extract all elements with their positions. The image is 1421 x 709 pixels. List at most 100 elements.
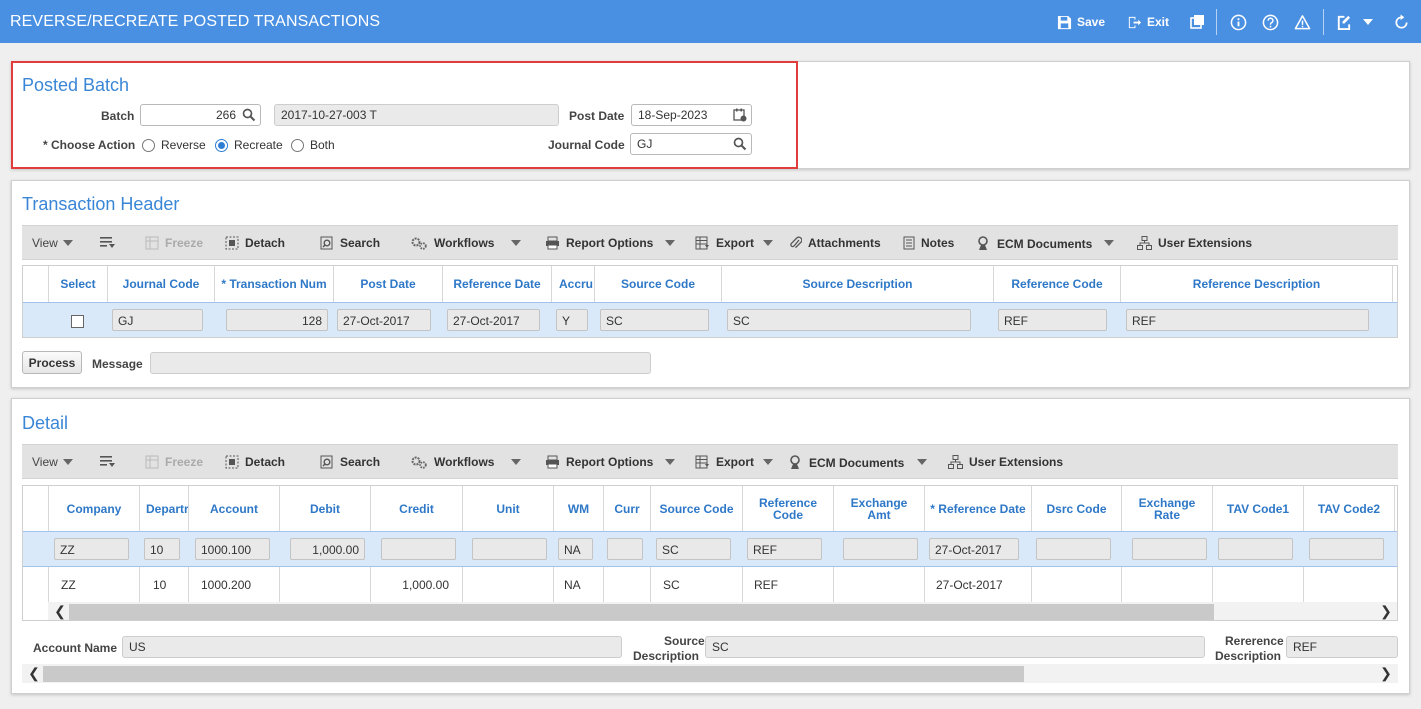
column-header[interactable]: Source Description: [722, 266, 994, 302]
chevron-down-icon[interactable]: [1358, 12, 1378, 32]
reference-code-cell[interactable]: REF: [998, 309, 1107, 331]
filter-icon[interactable]: [100, 236, 116, 250]
view-menu[interactable]: View: [32, 236, 58, 250]
attachments-button[interactable]: Attachments: [790, 236, 881, 250]
help-icon[interactable]: [1260, 12, 1280, 32]
search-icon[interactable]: [242, 108, 256, 122]
user-extensions-button[interactable]: User Extensions: [948, 455, 1063, 469]
export-button[interactable]: Export: [695, 455, 754, 469]
source-code-cell[interactable]: SC: [600, 309, 709, 331]
journal-code-cell[interactable]: GJ: [112, 309, 203, 331]
exchange-rate-cell[interactable]: [1132, 538, 1207, 560]
reference-date-cell[interactable]: 27-Oct-2017: [929, 538, 1019, 560]
scroll-right-icon[interactable]: ❯: [1377, 602, 1395, 620]
column-header[interactable]: Exchange Rate: [1122, 486, 1213, 531]
ecm-documents-button[interactable]: ECM Documents: [976, 236, 1092, 251]
column-header[interactable]: * Transaction Num: [215, 266, 334, 302]
scroll-right-icon[interactable]: ❯: [1377, 664, 1395, 683]
exchange-amt-cell[interactable]: [843, 538, 918, 560]
source-description-cell[interactable]: SC: [727, 309, 971, 331]
detail-panel-scrollbar[interactable]: ❮ ❯: [22, 664, 1398, 683]
chevron-down-icon[interactable]: [917, 459, 927, 465]
scroll-left-icon[interactable]: ❮: [51, 602, 69, 620]
column-header[interactable]: WM: [554, 486, 604, 531]
detach-button[interactable]: Detach: [225, 236, 285, 250]
search-icon[interactable]: [733, 137, 747, 151]
edit-icon[interactable]: [1333, 12, 1353, 32]
tav-code1-cell[interactable]: [1218, 538, 1293, 560]
table-row[interactable]: ZZ 10 1000.200 1,000.00 NA SC REF 27-Oct…: [23, 567, 1397, 602]
unit-cell[interactable]: [472, 538, 547, 560]
warning-icon[interactable]: [1292, 12, 1312, 32]
journal-code-input[interactable]: GJ: [630, 133, 752, 155]
column-header[interactable]: Accru: [552, 266, 595, 302]
accrual-cell[interactable]: Y: [556, 309, 588, 331]
column-header[interactable]: Select: [49, 266, 108, 302]
table-row[interactable]: GJ 128 27-Oct-2017 27-Oct-2017 Y SC SC R…: [23, 302, 1397, 337]
account-cell[interactable]: 1000.100: [195, 538, 270, 560]
recreate-radio[interactable]: Recreate: [215, 138, 283, 152]
filter-icon[interactable]: [100, 455, 116, 469]
select-checkbox[interactable]: [71, 315, 84, 328]
column-header[interactable]: Account: [189, 486, 280, 531]
column-header[interactable]: Reference Description: [1121, 266, 1393, 302]
reference-description-cell[interactable]: REF: [1126, 309, 1369, 331]
debit-cell[interactable]: 1,000.00: [290, 538, 365, 560]
freeze-button[interactable]: Freeze: [145, 455, 203, 469]
chevron-down-icon[interactable]: [63, 459, 73, 465]
chevron-down-icon[interactable]: [511, 240, 521, 246]
column-header[interactable]: Credit: [371, 486, 463, 531]
post-date-input[interactable]: 18-Sep-2023: [631, 104, 752, 126]
refresh-icon[interactable]: [1391, 12, 1411, 32]
scroll-left-icon[interactable]: ❮: [25, 664, 43, 683]
view-menu[interactable]: View: [32, 455, 58, 469]
column-header[interactable]: Dsrc Code: [1032, 486, 1122, 531]
column-header[interactable]: Unit: [463, 486, 554, 531]
tav-code2-cell[interactable]: [1309, 538, 1384, 560]
column-header[interactable]: Departr: [140, 486, 189, 531]
scrollbar-thumb[interactable]: [43, 666, 1024, 682]
reference-code-cell[interactable]: REF: [747, 538, 822, 560]
column-header[interactable]: Post Date: [334, 266, 443, 302]
copy-icon[interactable]: [1187, 12, 1207, 32]
column-header[interactable]: Journal Code: [108, 266, 215, 302]
column-header[interactable]: Reference Code: [743, 486, 834, 531]
workflows-button[interactable]: Workflows: [411, 455, 494, 469]
column-header[interactable]: TAV Code2: [1304, 486, 1395, 531]
ecm-documents-button[interactable]: ECM Documents: [788, 455, 904, 470]
department-cell[interactable]: 10: [144, 538, 180, 560]
search-button[interactable]: Search: [320, 236, 380, 250]
chevron-down-icon[interactable]: [665, 240, 675, 246]
column-header[interactable]: * Reference Date: [925, 486, 1032, 531]
calendar-icon[interactable]: [733, 108, 747, 122]
column-header[interactable]: Exchange Amt: [834, 486, 925, 531]
credit-cell[interactable]: [381, 538, 456, 560]
both-radio[interactable]: Both: [291, 138, 335, 152]
column-header[interactable]: TAV Code1: [1213, 486, 1304, 531]
column-header[interactable]: Reference Code: [994, 266, 1121, 302]
user-extensions-button[interactable]: User Extensions: [1137, 236, 1252, 250]
chevron-down-icon[interactable]: [63, 240, 73, 246]
search-button[interactable]: Search: [320, 455, 380, 469]
curr-cell[interactable]: [607, 538, 643, 560]
detach-button[interactable]: Detach: [225, 455, 285, 469]
column-header[interactable]: Source Code: [595, 266, 722, 302]
column-header[interactable]: Debit: [280, 486, 371, 531]
notes-button[interactable]: Notes: [903, 236, 954, 250]
table-row[interactable]: ZZ 10 1000.100 1,000.00 NA SC REF 27-Oct…: [23, 531, 1397, 567]
reference-date-cell[interactable]: 27-Oct-2017: [447, 309, 540, 331]
wm-cell[interactable]: NA: [558, 538, 593, 560]
company-cell[interactable]: ZZ: [54, 538, 129, 560]
workflows-button[interactable]: Workflows: [411, 236, 494, 250]
report-options-button[interactable]: Report Options: [545, 455, 653, 469]
transaction-num-cell[interactable]: 128: [226, 309, 328, 331]
chevron-down-icon[interactable]: [763, 459, 773, 465]
freeze-button[interactable]: Freeze: [145, 236, 203, 250]
column-header[interactable]: Source Code: [651, 486, 743, 531]
info-icon[interactable]: [1228, 12, 1248, 32]
source-code-cell[interactable]: SC: [656, 538, 731, 560]
chevron-down-icon[interactable]: [763, 240, 773, 246]
report-options-button[interactable]: Report Options: [545, 236, 653, 250]
process-button[interactable]: Process: [22, 351, 82, 374]
reverse-radio[interactable]: Reverse: [142, 138, 206, 152]
